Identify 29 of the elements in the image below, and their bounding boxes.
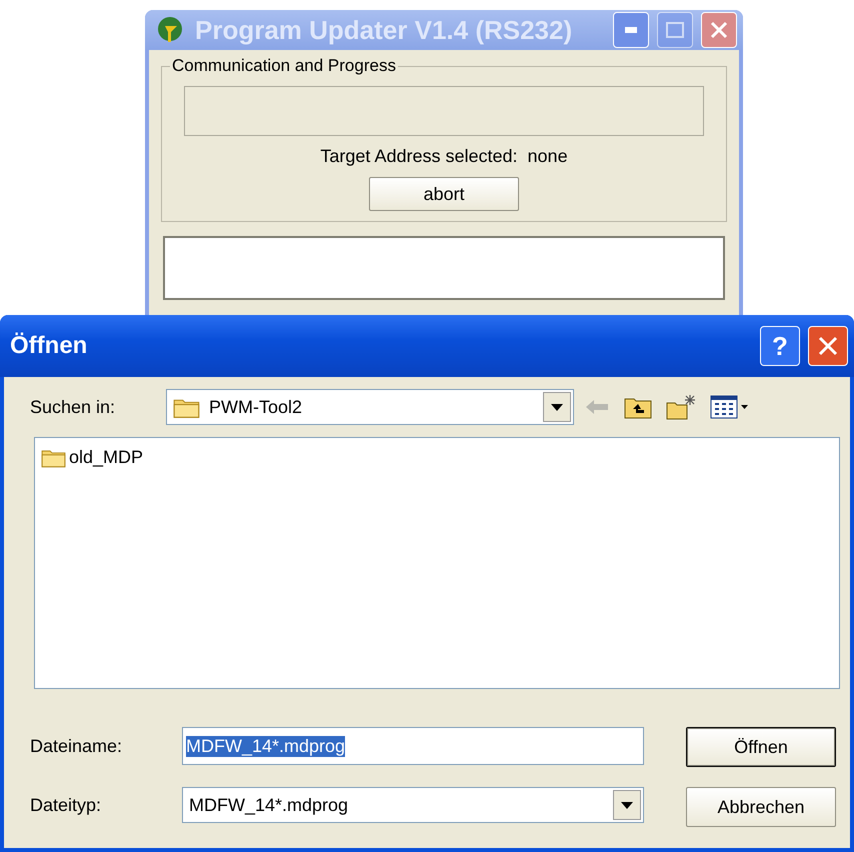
target-value: none bbox=[528, 146, 568, 167]
minimize-icon bbox=[625, 27, 637, 33]
look-in-label: Suchen in: bbox=[30, 396, 116, 418]
help-button[interactable]: ? bbox=[760, 326, 800, 366]
folder-item[interactable]: old_MDP bbox=[39, 446, 146, 469]
view-menu-icon[interactable] bbox=[710, 395, 750, 419]
close-button[interactable] bbox=[808, 326, 848, 366]
window-title: Program Updater V1.4 (RS232) bbox=[195, 14, 574, 46]
caret-icon bbox=[551, 404, 563, 410]
abort-button[interactable]: abort bbox=[369, 177, 519, 211]
minimize-button[interactable] bbox=[613, 12, 649, 48]
filetype-label: Dateityp: bbox=[30, 794, 102, 816]
maximize-icon bbox=[666, 22, 684, 38]
filetype-dropdown[interactable]: MDFW_14*.mdprog bbox=[182, 787, 644, 823]
new-folder-icon[interactable] bbox=[666, 394, 696, 420]
close-button[interactable] bbox=[701, 12, 737, 48]
caret-icon bbox=[621, 802, 633, 808]
dropdown-button[interactable] bbox=[613, 790, 641, 820]
close-icon bbox=[710, 21, 728, 39]
dialog-button[interactable]: Öffnen bbox=[686, 727, 836, 767]
filename-label: Dateiname: bbox=[30, 736, 124, 756]
dialog-button[interactable]: Abbrechen bbox=[686, 787, 836, 827]
dialog-title: Öffnen bbox=[10, 332, 88, 360]
look-in-dropdown[interactable]: PWM-Tool2 bbox=[166, 389, 574, 425]
group-label: Communication and Progress bbox=[171, 56, 397, 76]
target-label: Target Address selected: bbox=[320, 146, 518, 167]
filename-field[interactable]: MDFW_14*.mdprog bbox=[182, 727, 644, 765]
dropdown-button[interactable] bbox=[543, 392, 571, 422]
close-icon bbox=[818, 336, 838, 356]
